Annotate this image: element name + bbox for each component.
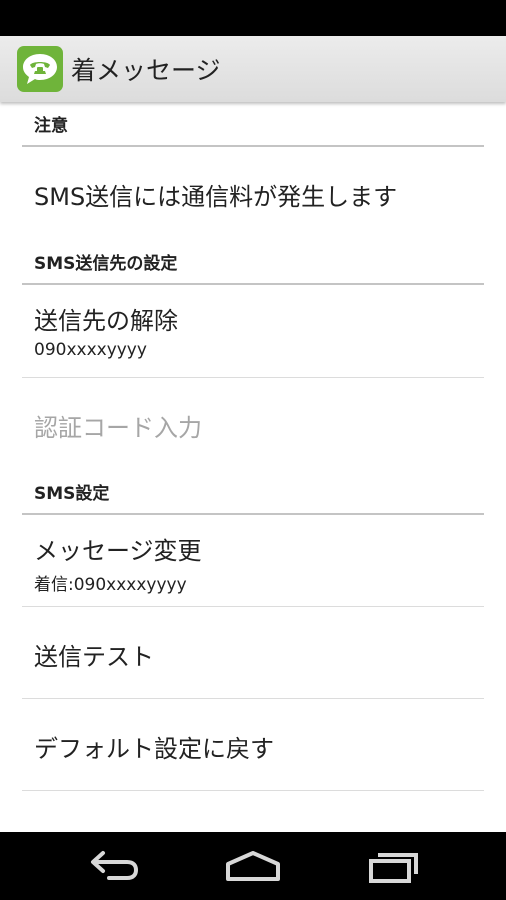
category-notice: 注意 [22, 102, 484, 147]
pref-send-test[interactable]: 送信テスト [22, 607, 484, 699]
back-icon[interactable] [83, 846, 143, 886]
pref-title: メッセージ変更 [34, 537, 202, 565]
pref-summary: 090xxxxyyyy [34, 340, 147, 360]
pref-title: SMS送信には通信料が発生します [34, 183, 398, 211]
pref-title: 送信先の解除 [34, 307, 178, 335]
pref-title: デフォルト設定に戻す [34, 735, 274, 763]
category-label: SMS送信先の設定 [34, 254, 178, 274]
pref-change-message[interactable]: メッセージ変更 着信:090xxxxyyyy [22, 515, 484, 607]
pref-reset-defaults[interactable]: デフォルト設定に戻す [22, 699, 484, 791]
home-icon[interactable] [223, 846, 283, 886]
pref-auth-code-input: 認証コード入力 [22, 378, 484, 468]
category-sms-destination: SMS送信先の設定 [22, 240, 484, 285]
category-label: 注意 [34, 116, 68, 136]
pref-summary: 着信:090xxxxyyyy [34, 575, 187, 595]
recents-icon[interactable] [366, 846, 426, 886]
pref-title: 認証コード入力 [34, 414, 202, 442]
pref-sms-fee-notice[interactable]: SMS送信には通信料が発生します [22, 147, 484, 237]
app-title: 着メッセージ [71, 56, 221, 85]
pref-release-destination[interactable]: 送信先の解除 090xxxxyyyy [22, 285, 484, 378]
phone-chat-icon[interactable] [17, 46, 63, 92]
category-label: SMS設定 [34, 484, 110, 504]
status-bar [0, 0, 506, 36]
action-bar: 着メッセージ [0, 36, 506, 102]
navigation-bar [0, 832, 506, 900]
preferences-list: 注意 SMS送信には通信料が発生します SMS送信先の設定 送信先の解除 090… [0, 102, 506, 832]
pref-title: 送信テスト [34, 643, 154, 671]
category-sms-settings: SMS設定 [22, 470, 484, 515]
